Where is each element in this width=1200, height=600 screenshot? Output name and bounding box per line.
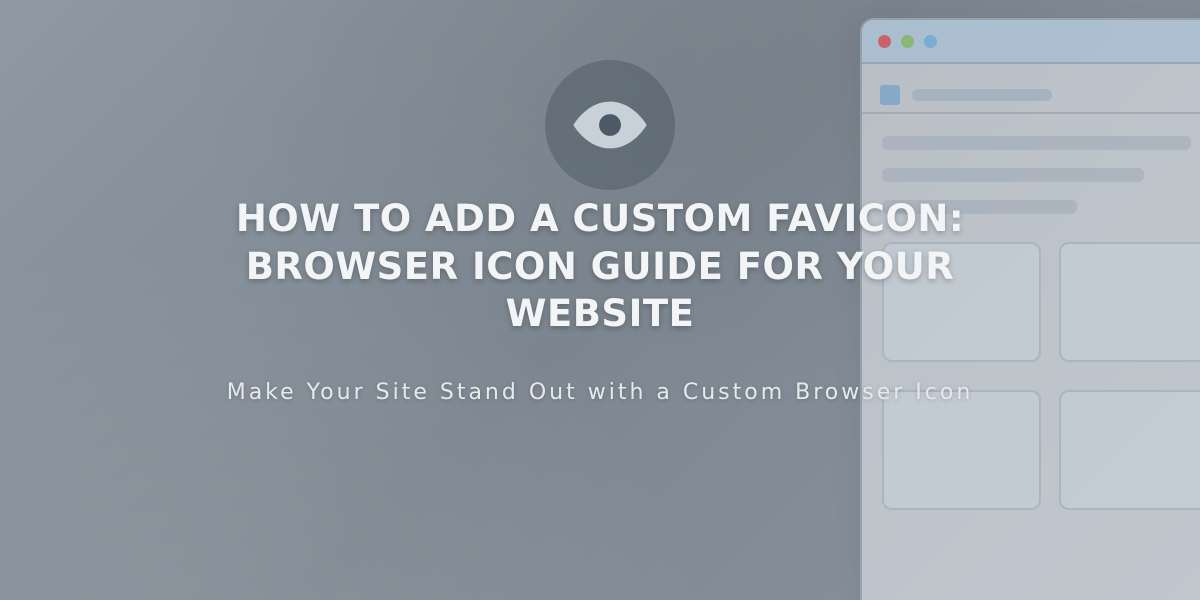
hero-content: HOW TO ADD A CUSTOM FAVICON: BROWSER ICO… (0, 0, 1200, 600)
hero-banner: HOW TO ADD A CUSTOM FAVICON: BROWSER ICO… (0, 0, 1200, 600)
page-subtitle: Make Your Site Stand Out with a Custom B… (227, 380, 974, 405)
page-title: HOW TO ADD A CUSTOM FAVICON: BROWSER ICO… (150, 195, 1050, 337)
